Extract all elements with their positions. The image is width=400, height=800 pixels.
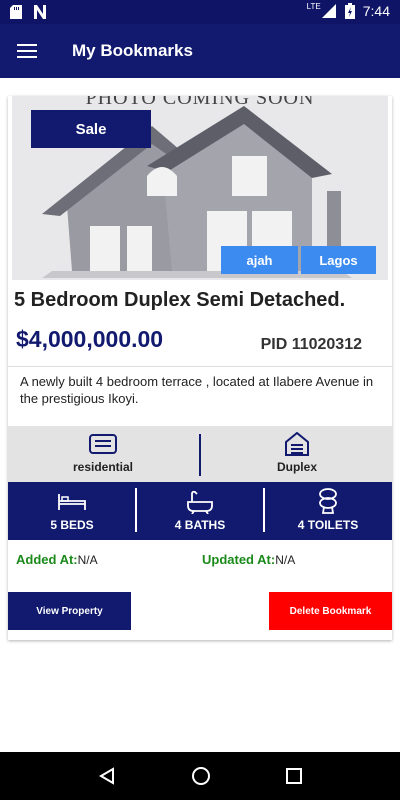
category-label: residential bbox=[72, 460, 134, 474]
description-text: A newly built 4 bedroom terrace , locate… bbox=[20, 374, 374, 406]
app-bar: My Bookmarks bbox=[0, 24, 400, 78]
added-at-label: Added At: bbox=[16, 552, 78, 567]
added-at: Added At:N/A bbox=[16, 552, 98, 567]
menu-button[interactable] bbox=[0, 24, 54, 78]
toilets-feature: 4 TOILETS bbox=[264, 482, 392, 540]
added-at-value: N/A bbox=[77, 553, 98, 567]
property-description: A newly built 4 bedroom terrace , locate… bbox=[8, 366, 392, 426]
residential-icon bbox=[89, 434, 117, 454]
baths-feature: 4 BATHS bbox=[136, 482, 264, 540]
type-label: Duplex bbox=[276, 460, 317, 474]
recents-icon[interactable] bbox=[286, 768, 303, 784]
battery-icon bbox=[344, 3, 355, 19]
property-headline: 5 Bedroom Duplex Semi Detached. bbox=[14, 289, 346, 311]
clock: 7:44 bbox=[362, 3, 390, 19]
hamburger-menu-icon bbox=[17, 44, 37, 58]
dates-row: Added At:N/A Updated At:N/A bbox=[8, 552, 392, 576]
toilet-icon bbox=[319, 488, 337, 514]
type-divider bbox=[199, 434, 201, 476]
updated-at-value: N/A bbox=[275, 553, 296, 567]
beds-feature: 5 BEDS bbox=[8, 482, 136, 540]
status-bar: LTE 7:44 bbox=[0, 0, 400, 24]
features-row: 5 BEDS 4 BATHS 4 TOILETS bbox=[8, 482, 392, 540]
bookmark-card: PHOTO COMING SOON Sale ajah Lagos 5 Bedr… bbox=[8, 96, 392, 640]
back-icon[interactable] bbox=[98, 767, 116, 785]
home-icon[interactable] bbox=[191, 766, 211, 786]
type-cell: Duplex bbox=[202, 426, 392, 482]
bathtub-icon bbox=[187, 490, 213, 514]
network-label: LTE bbox=[306, 1, 321, 11]
updated-at: Updated At:N/A bbox=[202, 552, 295, 567]
location-tag-area[interactable]: ajah bbox=[221, 246, 298, 274]
page-title: My Bookmarks bbox=[72, 41, 193, 60]
signal-icon bbox=[321, 4, 336, 18]
location-tag-city[interactable]: Lagos bbox=[301, 246, 376, 274]
notification-n-icon bbox=[34, 5, 46, 19]
baths-label: 4 BATHS bbox=[174, 518, 226, 532]
delete-bookmark-button[interactable]: Delete Bookmark bbox=[269, 592, 392, 630]
barn-icon bbox=[285, 432, 309, 456]
system-navigation-bar bbox=[0, 752, 400, 800]
property-id: PID 11020312 bbox=[260, 336, 362, 353]
toilets-label: 4 TOILETS bbox=[297, 518, 359, 532]
property-type-row: residential Duplex bbox=[8, 426, 392, 482]
beds-label: 5 BEDS bbox=[50, 518, 94, 532]
bed-icon bbox=[58, 494, 86, 510]
sd-card-icon bbox=[10, 5, 22, 19]
category-cell: residential bbox=[8, 426, 198, 482]
property-photo[interactable]: PHOTO COMING SOON Sale ajah Lagos bbox=[12, 96, 388, 280]
property-price: $4,000,000.00 bbox=[16, 326, 164, 352]
view-property-button[interactable]: View Property bbox=[8, 592, 131, 630]
updated-at-label: Updated At: bbox=[202, 552, 276, 567]
sale-badge: Sale bbox=[31, 110, 151, 148]
